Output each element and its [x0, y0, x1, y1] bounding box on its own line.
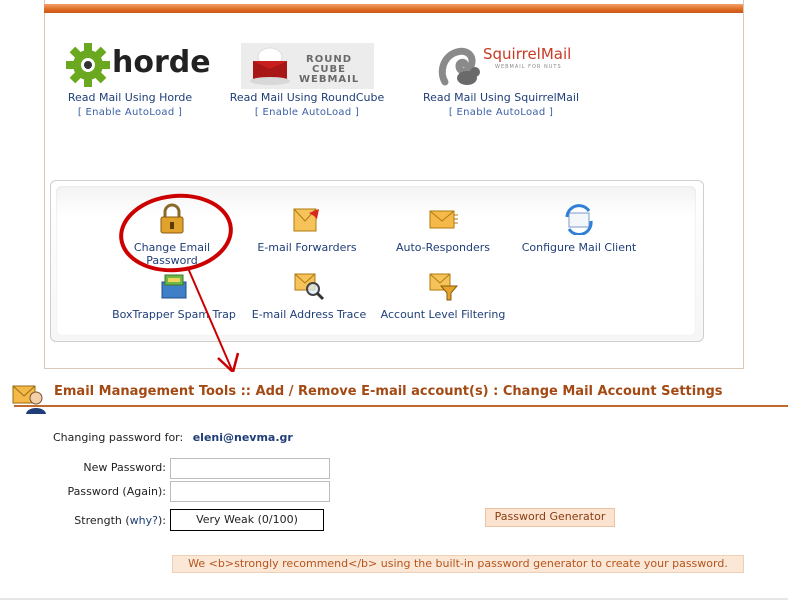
forward-envelope-icon [293, 208, 319, 232]
webmail-roundcube: Read Mail Using RoundCube [ Enable AutoL… [226, 91, 388, 118]
squirrel-icon [438, 47, 480, 86]
strength-meter: Very Weak (0/100) [170, 509, 324, 531]
account-email: eleni@nevma.gr [192, 431, 293, 444]
webmail-squirrelmail: Read Mail Using SquirrelMail [ Enable Au… [416, 91, 586, 118]
breadcrumb-add-remove[interactable]: Add / Remove E-mail account(s) [256, 384, 489, 399]
horde-logo-text: horde [112, 45, 211, 80]
strength-label: Strength (why?): [74, 514, 166, 527]
read-mail-roundcube-link[interactable]: Read Mail Using RoundCube [226, 91, 388, 104]
highlight-annotation [119, 193, 240, 375]
enable-autoload-roundcube-link[interactable]: [ Enable AutoLoad ] [226, 107, 388, 118]
changing-password-label: Changing password for: [53, 431, 184, 444]
sync-envelope-icon [565, 204, 593, 236]
new-password-label: New Password: [83, 461, 166, 474]
breadcrumb: Email Management Tools :: Add / Remove E… [54, 384, 723, 399]
read-mail-horde-link[interactable]: Read Mail Using Horde [55, 91, 205, 104]
email-user-icon [12, 385, 46, 414]
enable-autoload-horde-link[interactable]: [ Enable AutoLoad ] [55, 107, 205, 118]
breadcrumb-email-tools[interactable]: Email Management Tools [54, 384, 236, 399]
tool-configure-mail-client[interactable]: Configure Mail Client [516, 203, 642, 254]
tool-account-level-filtering[interactable]: Account Level Filtering [378, 270, 508, 321]
roundcube-logo[interactable]: ROUND CUBE WEBMAIL [241, 43, 374, 89]
tool-email-forwarders[interactable]: E-mail Forwarders [252, 203, 362, 254]
tool-label: Configure Mail Client [521, 241, 637, 254]
breadcrumb-change-settings: Change Mail Account Settings [502, 384, 723, 399]
squirrelmail-logo[interactable]: SquirrelMail WEBMAIL FOR NUTS [437, 42, 577, 88]
tool-label: E-mail Forwarders [257, 241, 357, 254]
roundcube-logo-text: ROUND CUBE WEBMAIL [299, 54, 360, 85]
read-mail-squirrelmail-link[interactable]: Read Mail Using SquirrelMail [416, 91, 586, 104]
title-divider [14, 405, 788, 407]
roundcube-box-icon [250, 47, 290, 85]
horde-logo[interactable]: horde [64, 40, 211, 90]
tool-email-address-trace[interactable]: E-mail Address Trace [243, 270, 375, 321]
breadcrumb-separator: :: [240, 384, 251, 399]
panel-header-bar [44, 4, 743, 13]
squirrelmail-logo-sub: WEBMAIL FOR NUTS [495, 64, 562, 70]
recommend-notice: We <b>strongly recommend</b> using the b… [172, 555, 744, 573]
tool-label: E-mail Address Trace [251, 308, 367, 321]
password-generator-button[interactable]: Password Generator [485, 508, 615, 527]
password-again-label: Password (Again): [67, 485, 166, 498]
magnifier-envelope-icon [294, 273, 325, 301]
envelope-icon [429, 210, 458, 229]
password-again-input[interactable] [170, 481, 330, 502]
filter-envelope-icon [429, 273, 459, 301]
tool-label: Account Level Filtering [380, 308, 506, 321]
tool-label: Auto-Responders [395, 241, 491, 254]
new-password-input[interactable] [170, 458, 330, 479]
webmail-horde: Read Mail Using Horde [ Enable AutoLoad … [55, 91, 205, 118]
enable-autoload-squirrelmail-link[interactable]: [ Enable AutoLoad ] [416, 107, 586, 118]
squirrelmail-logo-text: SquirrelMail [483, 45, 572, 63]
tool-auto-responders[interactable]: Auto-Responders [389, 203, 497, 254]
why-link[interactable]: why? [130, 514, 158, 527]
breadcrumb-separator: : [493, 384, 499, 399]
changing-password-row: Changing password for: eleni@nevma.gr [53, 431, 293, 444]
